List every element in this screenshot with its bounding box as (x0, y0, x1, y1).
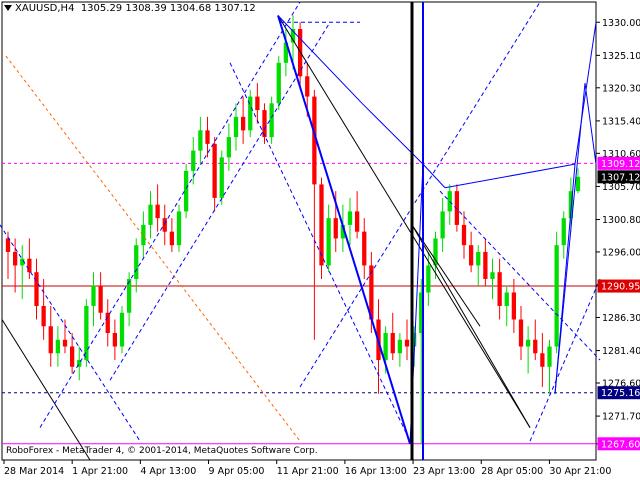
candle-body (575, 176, 581, 192)
candle-body (226, 137, 232, 158)
price-label: 1290.95 (601, 282, 640, 293)
candle-body (483, 251, 488, 279)
price-label: 1309.12 (601, 159, 640, 170)
y-tick-label: 1286.30 (602, 313, 640, 324)
candle-body (269, 103, 274, 138)
y-tick-label: 1281.40 (602, 346, 640, 357)
x-tick-label: 23 Apr 13:00 (413, 466, 475, 477)
candle-body (540, 353, 545, 367)
y-tick-label: 1305.70 (602, 182, 640, 193)
candle-body (554, 245, 559, 347)
price-label: 1307.12 (601, 172, 640, 183)
candle-body (240, 116, 246, 131)
candle-body (326, 218, 331, 266)
x-tick-label: 28 Mar 2014 (4, 466, 64, 477)
price-chart[interactable]: 1330.001325.101320.301315.401310.601305.… (0, 0, 640, 480)
candle-body (547, 346, 552, 367)
price-label: 1275.16 (601, 388, 640, 399)
candle-body (5, 238, 11, 252)
candle-body (468, 245, 474, 266)
candle-body (362, 231, 367, 266)
candle-body (112, 333, 118, 347)
ohlc-values: 1305.29 1308.39 1304.68 1307.12 (80, 3, 256, 14)
candle-body (276, 62, 281, 104)
y-tick-label: 1330.00 (602, 18, 640, 29)
candle-body (141, 224, 146, 246)
candle-body (561, 218, 566, 246)
candle-body (155, 204, 160, 219)
candle-body (84, 305, 89, 361)
symbol-dropdown-icon[interactable] (4, 5, 12, 11)
candle-body (525, 339, 531, 347)
candle-body (105, 312, 110, 334)
candle-body (504, 292, 509, 306)
candle-body (490, 272, 495, 279)
candle-body (148, 204, 153, 225)
candle-body (333, 218, 338, 239)
candle-body (476, 251, 481, 266)
candle-body (305, 76, 310, 97)
y-tick-label: 1320.30 (602, 83, 640, 94)
x-tick-label: 28 Apr 05:00 (481, 466, 543, 477)
candle-body (347, 211, 353, 225)
x-tick-label: 4 Apr 13:00 (140, 466, 196, 477)
symbol-timeframe: XAUUSD,H4 (15, 3, 75, 14)
x-tick-label: 1 Apr 21:00 (72, 466, 128, 477)
candle-body (191, 150, 196, 171)
candle-body (98, 285, 103, 313)
candle-body (255, 96, 260, 111)
candle-body (383, 333, 388, 361)
y-tick-label: 1296.00 (602, 247, 640, 258)
candle-body (440, 211, 445, 239)
y-tick-label: 1271.70 (602, 412, 640, 423)
y-tick-label: 1300.80 (602, 215, 640, 226)
candle-body (176, 211, 182, 246)
candle-body (12, 251, 18, 266)
candle-body (319, 184, 324, 266)
candle-body (183, 170, 189, 212)
candle-body (518, 319, 524, 347)
candle-body (27, 258, 32, 273)
candle-body (55, 339, 61, 354)
candle-body (533, 339, 538, 354)
candle-body (426, 265, 431, 293)
x-tick-label: 9 Apr 05:00 (209, 466, 265, 477)
candle-body (41, 305, 46, 327)
x-tick-label: 16 Apr 13:00 (345, 466, 407, 477)
candle-body (212, 143, 217, 198)
candle-body (233, 116, 239, 138)
y-tick-label: 1325.10 (602, 51, 640, 62)
price-label: 1267.60 (601, 439, 640, 450)
candle-body (397, 339, 403, 354)
candle-body (48, 326, 53, 354)
candle-body (91, 285, 96, 306)
candle-body (390, 333, 395, 354)
y-tick-label: 1315.40 (602, 116, 640, 127)
candle-body (205, 130, 210, 144)
candle-body (162, 218, 167, 232)
chart-header: XAUUSD,H4 1305.29 1308.39 1304.68 1307.1… (4, 3, 256, 14)
candle-body (354, 211, 360, 232)
x-tick-label: 30 Apr 21:00 (549, 466, 611, 477)
candle-body (497, 272, 502, 306)
candle-body (34, 272, 39, 306)
copyright-notice: RoboForex - MetaTrader 4, © 2001-2014, M… (6, 446, 318, 456)
candle-body (461, 224, 467, 246)
candle-body (198, 130, 203, 151)
candle-body (404, 339, 410, 347)
candle-body (134, 245, 139, 279)
candle-body (169, 231, 175, 246)
candle-body (511, 292, 517, 320)
candle-body (219, 157, 224, 198)
candle-body (119, 312, 125, 347)
x-tick-label: 11 Apr 21:00 (277, 466, 339, 477)
candle-body (69, 346, 75, 367)
candle-body (62, 339, 68, 347)
